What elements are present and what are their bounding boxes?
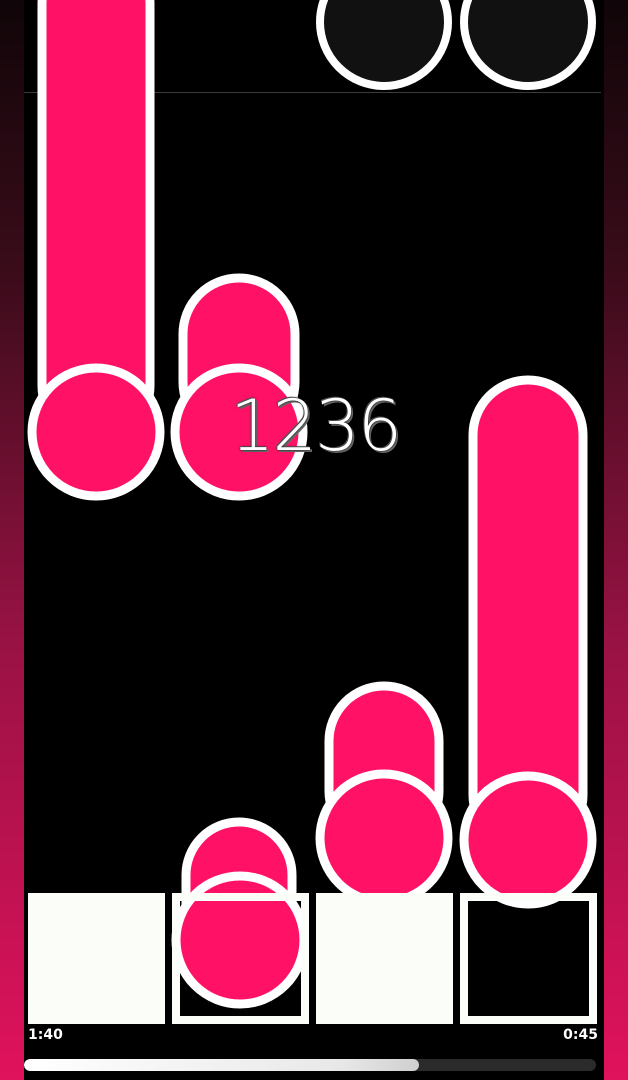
- elapsed-time: 1:40: [28, 1027, 63, 1043]
- incoming-dark-note: [460, 0, 596, 90]
- score-counter: 1236: [230, 385, 402, 467]
- lane-1-tap-tile[interactable]: [28, 893, 165, 1024]
- incoming-dark-note: [316, 0, 452, 90]
- hold-note-lane-4: [459, 375, 597, 909]
- remaining-time: 0:45: [563, 1027, 598, 1043]
- song-progress-bar: [24, 1059, 596, 1071]
- hold-note-lane-1: [27, 0, 165, 501]
- lane-4-tap-tile[interactable]: [460, 893, 597, 1024]
- lane-2-tap-tile[interactable]: [172, 893, 309, 1024]
- song-progress-fill: [24, 1059, 419, 1071]
- lane-3-tap-tile[interactable]: [316, 893, 453, 1024]
- hold-note-lane-3: [315, 681, 453, 907]
